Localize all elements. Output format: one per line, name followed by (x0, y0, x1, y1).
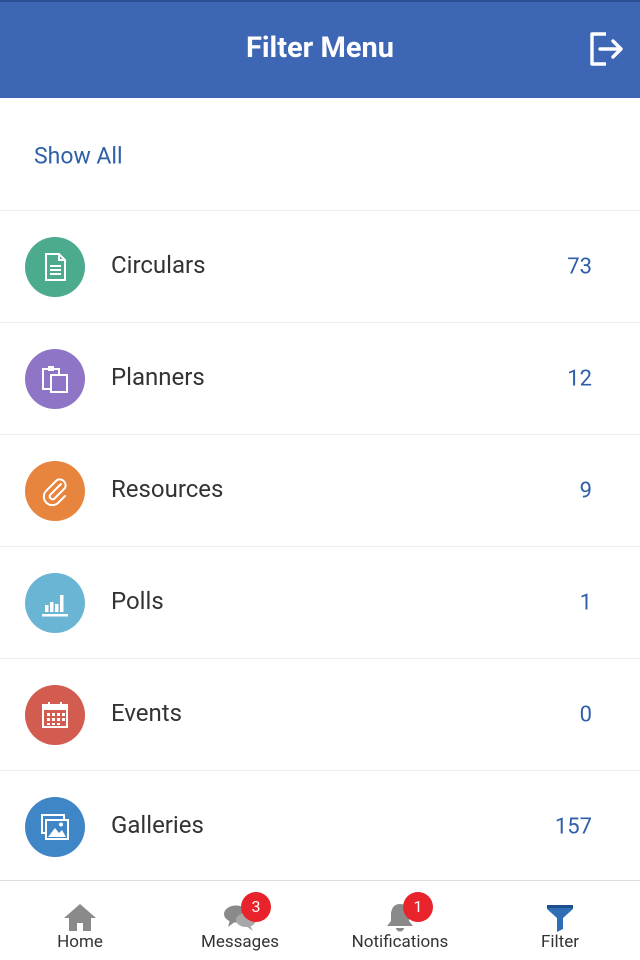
tab-messages[interactable]: 3 Messages (160, 881, 320, 960)
image-icon (41, 814, 69, 840)
paperclip-icon (42, 478, 67, 507)
filter-icon (547, 905, 573, 932)
tab-label: Filter (540, 932, 579, 952)
category-count: 12 (567, 366, 592, 392)
category-row-resources[interactable]: Resources 9 (0, 435, 640, 547)
tab-label: Notifications (351, 932, 449, 952)
tab-notifications[interactable]: 1 Notifications (320, 881, 480, 960)
header-bar: Filter Menu (0, 0, 640, 98)
tab-label: Messages (201, 932, 279, 952)
tab-label: Home (57, 932, 103, 952)
calendar-icon (42, 702, 68, 728)
show-all-row: Show All (0, 98, 640, 211)
category-row-events[interactable]: Events 0 (0, 659, 640, 771)
home-icon (64, 904, 96, 931)
category-row-polls[interactable]: Polls 1 (0, 547, 640, 659)
tab-filter[interactable]: Filter (480, 881, 640, 960)
category-count: 73 (567, 254, 592, 280)
category-label: Galleries (111, 811, 204, 839)
category-label: Planners (111, 363, 205, 391)
category-list: Circulars 73 Planners 12 Resources 9 Pol… (0, 211, 640, 883)
resources-icon-circle (25, 461, 85, 521)
logout-icon[interactable] (586, 29, 626, 69)
galleries-icon-circle (25, 797, 85, 857)
category-row-galleries[interactable]: Galleries 157 (0, 771, 640, 883)
category-label: Resources (111, 475, 224, 503)
page-title: Filter Menu (245, 31, 395, 65)
events-icon-circle (25, 685, 85, 745)
bottom-tab-bar: Home 3 Messages 1 Notifications Filter (0, 880, 640, 960)
bar-chart-icon (42, 595, 68, 617)
document-icon (45, 253, 66, 281)
category-count: 157 (554, 814, 592, 840)
category-count: 0 (579, 702, 592, 728)
show-all-link[interactable]: Show All (34, 143, 123, 170)
polls-icon-circle (25, 573, 85, 633)
tab-home[interactable]: Home (0, 881, 160, 960)
category-count: 1 (579, 590, 592, 616)
category-label: Polls (111, 587, 164, 615)
category-count: 9 (579, 478, 592, 504)
clipboard-icon (42, 366, 68, 393)
category-label: Events (111, 699, 183, 727)
category-label: Circulars (111, 251, 206, 279)
category-row-planners[interactable]: Planners 12 (0, 323, 640, 435)
messages-badge: 3 (241, 892, 271, 922)
circulars-icon-circle (25, 237, 85, 297)
notifications-badge: 1 (403, 892, 433, 922)
category-row-circulars[interactable]: Circulars 73 (0, 211, 640, 323)
planners-icon-circle (25, 349, 85, 409)
